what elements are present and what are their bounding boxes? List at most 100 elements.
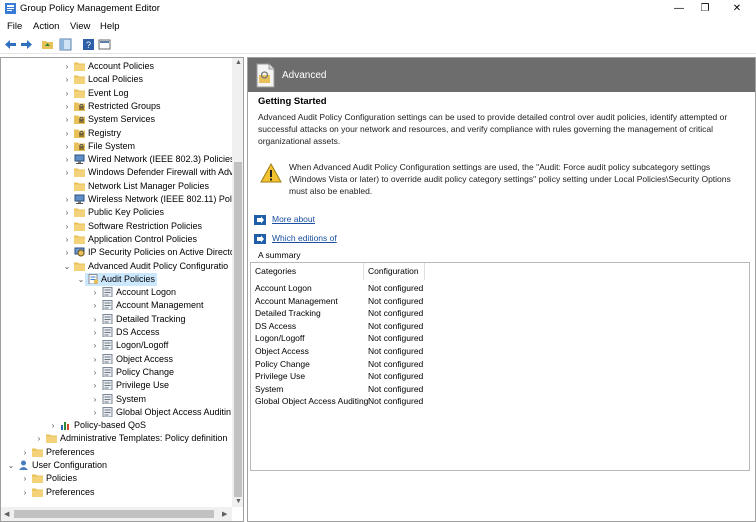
tree-item[interactable]: › Local Policies <box>1 73 232 86</box>
chevron-right-icon[interactable]: › <box>21 446 29 459</box>
menu-file[interactable]: File <box>7 21 22 32</box>
folder-icon <box>32 474 43 484</box>
tree-item[interactable]: › Restricted Groups <box>1 100 232 113</box>
tree-item[interactable]: › Public Key Policies <box>1 206 232 219</box>
chevron-right-icon[interactable]: › <box>63 220 71 233</box>
which-editions-label[interactable]: Which editions of <box>272 233 337 243</box>
column-header-configuration[interactable]: Configuration <box>368 266 419 276</box>
category-cell: Global Object Access Auditing <box>255 396 369 407</box>
chevron-right-icon[interactable]: › <box>91 339 99 352</box>
tree-item[interactable]: › Policy-based QoS <box>1 419 232 432</box>
category-cell: Account Management <box>255 295 338 306</box>
menu-view[interactable]: View <box>70 21 90 32</box>
show-hide-tree-icon[interactable] <box>59 38 72 51</box>
tree-item[interactable]: › Software Restriction Policies <box>1 220 232 233</box>
tree-item[interactable]: ⌄ User Configuration <box>1 459 232 472</box>
chevron-right-icon[interactable]: › <box>35 432 43 445</box>
chevron-right-icon[interactable]: › <box>63 140 71 153</box>
menu-action[interactable]: Action <box>33 21 59 32</box>
tree-item-label: System Services <box>88 114 156 125</box>
column-divider[interactable] <box>424 263 425 280</box>
tree-vertical-scrollbar[interactable]: ▲ ▼ <box>232 58 243 507</box>
tree-item[interactable]: › System Services <box>1 113 232 126</box>
back-arrow-icon[interactable] <box>4 38 17 51</box>
chevron-right-icon[interactable]: › <box>21 486 29 499</box>
tree-item[interactable]: › Account Management <box>1 299 232 312</box>
chevron-down-icon[interactable]: ⌄ <box>63 260 71 273</box>
chevron-right-icon[interactable]: › <box>63 206 71 219</box>
tree-item[interactable]: › Detailed Tracking <box>1 313 232 326</box>
tree-item[interactable]: › DS Access <box>1 326 232 339</box>
tree-item[interactable]: › Preferences <box>1 446 232 459</box>
tree-hscroll-thumb[interactable] <box>14 510 214 518</box>
category-cell: DS Access <box>255 320 297 331</box>
chevron-right-icon[interactable]: › <box>63 113 71 126</box>
chevron-right-icon[interactable]: › <box>63 166 71 179</box>
getting-started-heading: Getting Started <box>258 96 327 107</box>
tree-item[interactable]: › Registry <box>1 127 232 140</box>
chevron-right-icon[interactable]: › <box>63 246 71 259</box>
chevron-right-icon[interactable]: › <box>91 379 99 392</box>
tree-item-label: Global Object Access Auditin <box>116 406 232 417</box>
tree-item[interactable]: › Policies <box>1 472 232 485</box>
console-tree-pane: › Account Policies › Local Policies › Event L… <box>0 57 244 522</box>
chevron-down-icon[interactable]: ⌄ <box>77 273 85 286</box>
tree-item[interactable]: › Wired Network (IEEE 802.3) Policies <box>1 153 235 166</box>
chevron-right-icon[interactable]: › <box>91 299 99 312</box>
tree-item[interactable]: › Privilege Use <box>1 379 232 392</box>
tree-item[interactable]: › IP Security Policies on Active Directo <box>1 246 235 259</box>
tree-item[interactable]: › Logon/Logoff <box>1 339 232 352</box>
chevron-right-icon[interactable]: › <box>49 419 57 432</box>
tree-horizontal-scrollbar[interactable]: ◀ ▶ <box>1 507 232 521</box>
tree-item[interactable]: › Global Object Access Auditin <box>1 406 232 419</box>
window-title: Group Policy Management Editor <box>20 3 160 14</box>
network-icon <box>74 154 85 165</box>
chevron-right-icon[interactable]: › <box>91 366 99 379</box>
tree-item[interactable]: › Object Access <box>1 353 232 366</box>
chevron-right-icon[interactable]: › <box>63 73 71 86</box>
chevron-right-icon[interactable]: › <box>91 353 99 366</box>
chevron-right-icon[interactable]: › <box>21 472 29 485</box>
warning-text: When Advanced Audit Policy Configuration… <box>289 162 731 196</box>
maximize-button[interactable]: ❐ <box>690 0 720 18</box>
tree-item-label: Policy Change <box>116 366 175 377</box>
properties-icon[interactable] <box>98 38 111 51</box>
tree-item[interactable]: ⌄ Audit Policies <box>78 272 157 286</box>
more-about-label[interactable]: More about <box>272 214 315 224</box>
close-button[interactable]: ✕ <box>722 0 752 18</box>
chevron-right-icon[interactable]: › <box>63 193 71 206</box>
chevron-right-icon[interactable]: › <box>91 406 99 419</box>
forward-arrow-icon[interactable] <box>20 38 33 51</box>
tree-item[interactable]: Network List Manager Policies <box>1 180 232 193</box>
chevron-down-icon[interactable]: ⌄ <box>7 459 15 472</box>
tree-item[interactable]: › System <box>1 393 232 406</box>
tree-item[interactable]: › Preferences <box>1 486 232 499</box>
tree-item[interactable]: › Administrative Templates: Policy defini… <box>1 432 232 445</box>
tree-item[interactable]: › Wireless Network (IEEE 802.11) Polici <box>1 193 240 206</box>
chevron-right-icon[interactable]: › <box>91 286 99 299</box>
chevron-right-icon[interactable]: › <box>63 127 71 140</box>
chevron-right-icon[interactable]: › <box>63 233 71 246</box>
column-header-categories[interactable]: Categories <box>255 266 296 276</box>
help-icon[interactable]: ? <box>82 38 95 51</box>
up-folder-icon[interactable] <box>41 38 54 51</box>
chevron-right-icon[interactable]: › <box>63 60 71 73</box>
chevron-right-icon[interactable]: › <box>63 87 71 100</box>
tree-item[interactable]: › Account Policies <box>1 60 232 73</box>
tree-item[interactable]: ⌄ Advanced Audit Policy Configuratio <box>1 260 232 273</box>
chevron-right-icon[interactable]: › <box>91 393 99 406</box>
chevron-right-icon[interactable]: › <box>91 313 99 326</box>
folder-lock-icon <box>74 129 85 138</box>
tree-item[interactable]: › Policy Change <box>1 366 232 379</box>
column-divider[interactable] <box>363 263 364 280</box>
tree-item[interactable]: › Application Control Policies <box>1 233 232 246</box>
tree-item[interactable]: › File System <box>1 140 232 153</box>
tree-item[interactable]: › Event Log <box>1 87 232 100</box>
chevron-right-icon[interactable]: › <box>91 326 99 339</box>
menu-help[interactable]: Help <box>100 21 120 32</box>
chevron-right-icon[interactable]: › <box>63 100 71 113</box>
tree-vscroll-thumb[interactable] <box>234 162 242 497</box>
tree-item[interactable]: › Windows Defender Firewall with Adv <box>1 166 234 179</box>
tree-item[interactable]: › Account Logon <box>1 286 232 299</box>
chevron-right-icon[interactable]: › <box>63 153 71 166</box>
